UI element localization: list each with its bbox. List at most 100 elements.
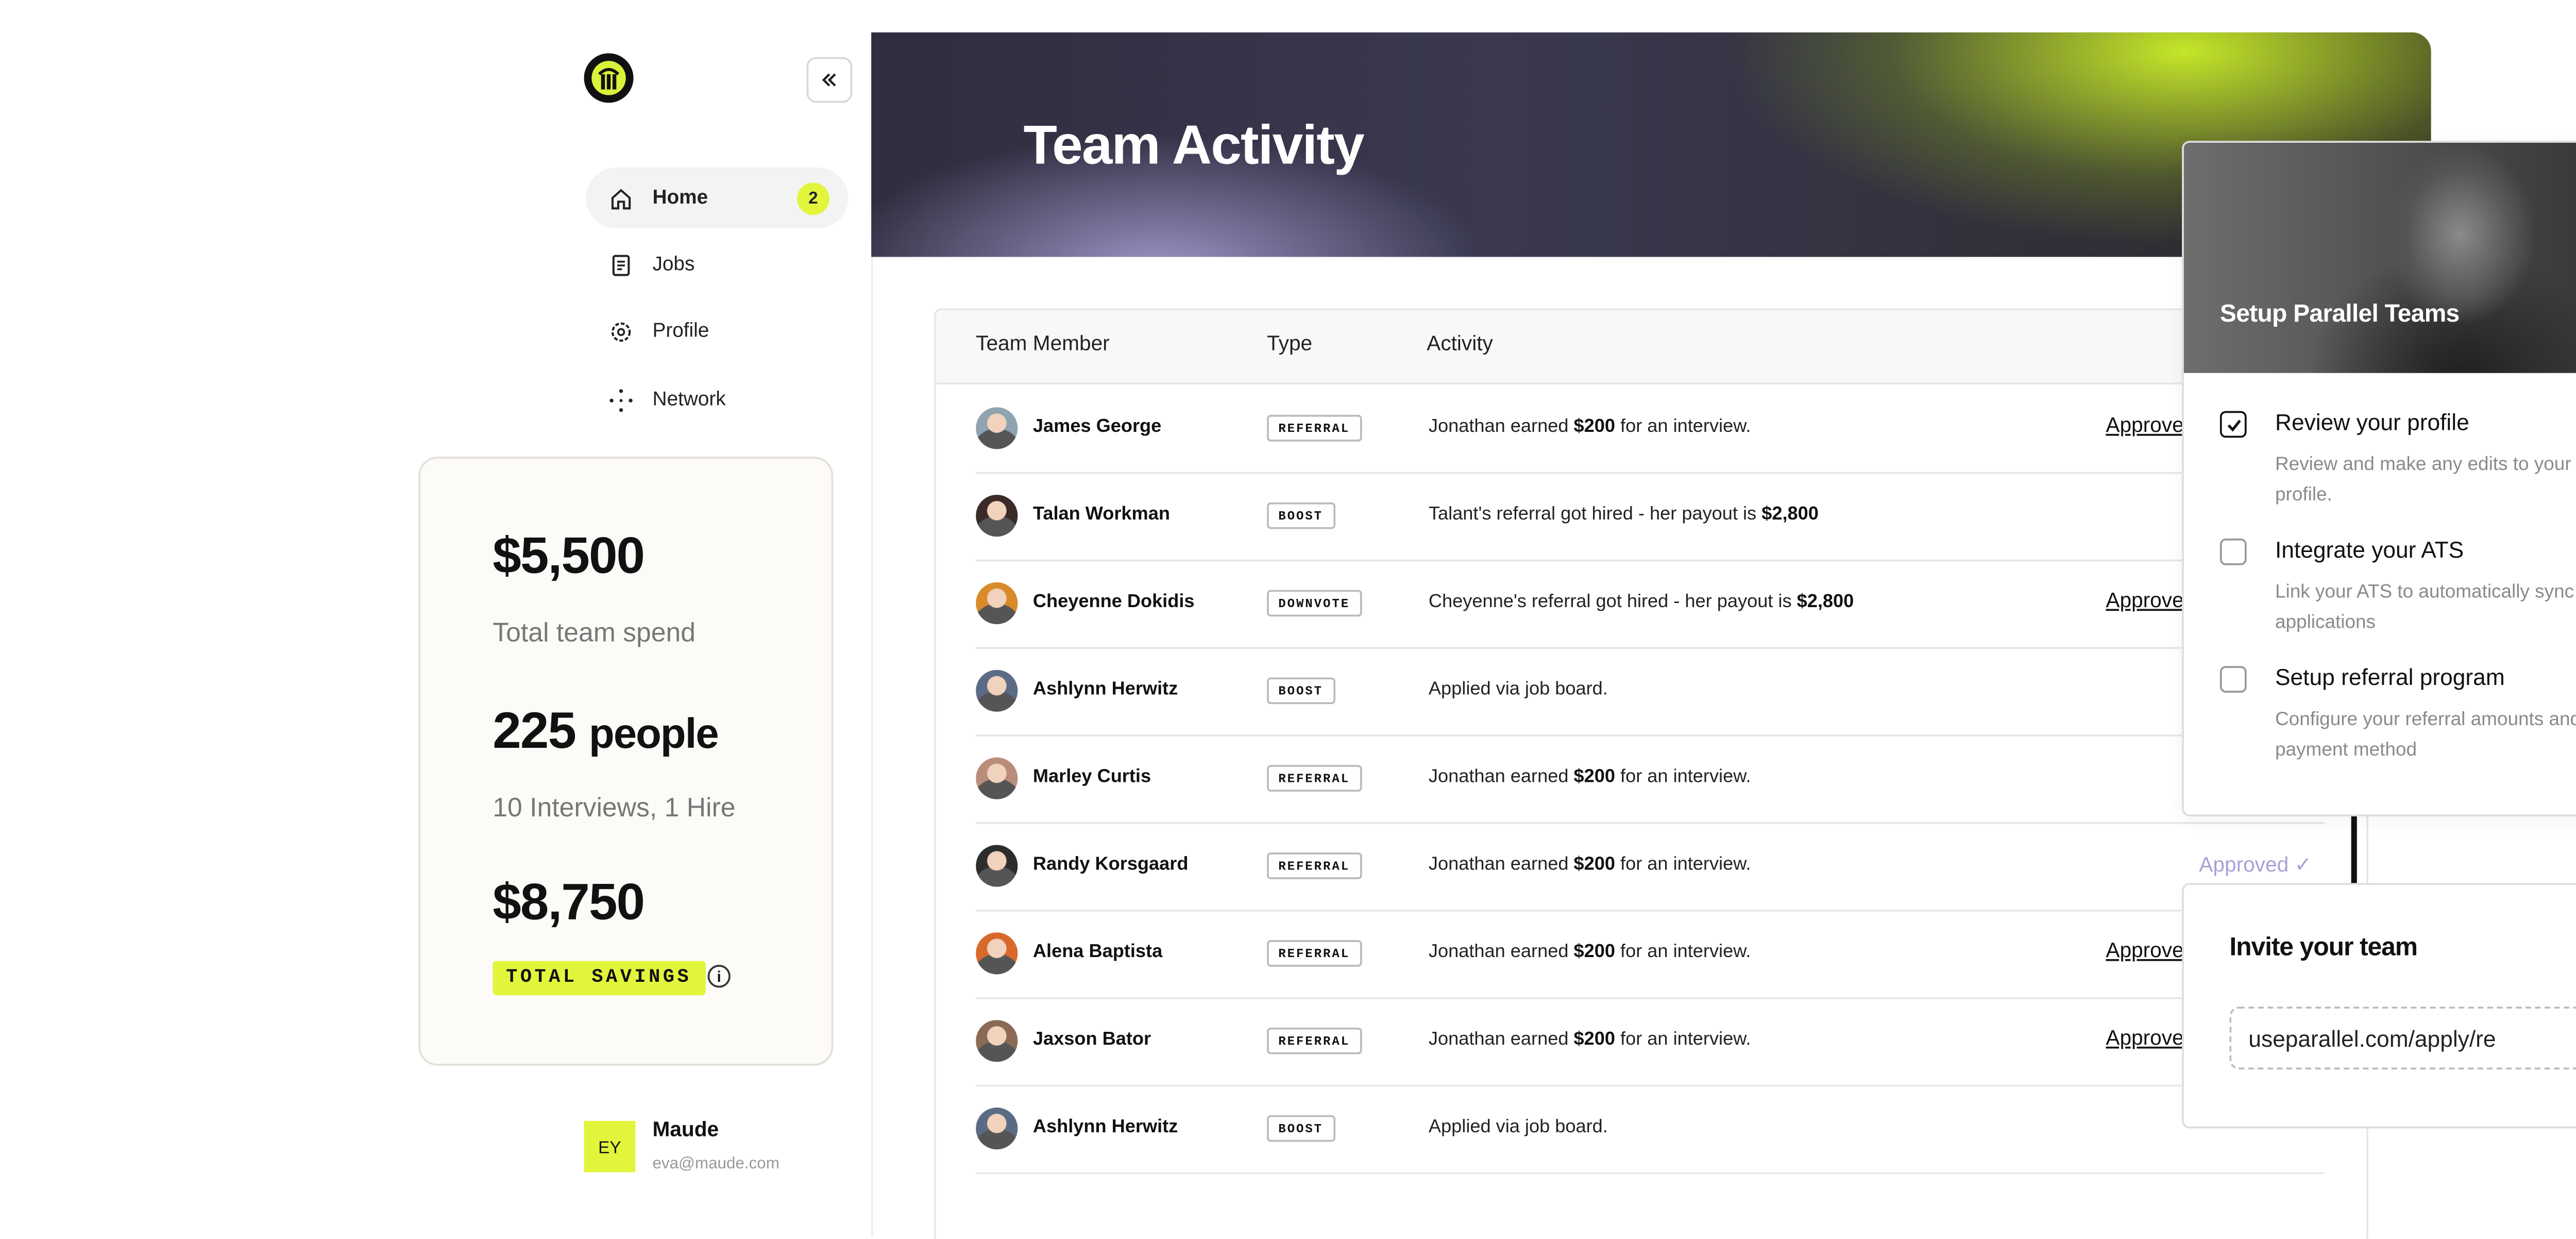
approve-link[interactable]: Approve xyxy=(2106,415,2183,438)
member-name[interactable]: Ashlynn Herwitz xyxy=(1033,1117,1178,1138)
member-name[interactable]: Cheyenne Dokidis xyxy=(1033,592,1195,613)
table-row[interactable]: Ashlynn Herwitz BOOST Applied via job boar… xyxy=(976,1085,2325,1175)
activity-amount: $2,800 xyxy=(1797,592,1854,613)
notification-badge: 2 xyxy=(797,181,829,214)
activity-text: Applied via job board. xyxy=(1429,1117,1608,1138)
approve-link[interactable]: Approve xyxy=(2106,1028,2183,1050)
activity-pre: Jonathan earned xyxy=(1428,942,1574,963)
approved-status: Approved ✓ xyxy=(2199,854,2312,878)
activity-amount: $200 xyxy=(1573,766,1615,788)
user-avatar[interactable]: EY xyxy=(584,1120,636,1173)
member-name[interactable]: Jaxson Bator xyxy=(1033,1030,1151,1051)
chevrons-left-icon xyxy=(822,73,836,87)
table-row[interactable]: Alena Baptista REFERRAL Jonathan earned $2… xyxy=(976,910,2325,999)
table-row[interactable]: Randy Korsgaard REFERRAL Jonathan earned $… xyxy=(976,822,2325,912)
member-avatar xyxy=(976,757,1018,799)
type-tag: BOOST xyxy=(1267,1115,1335,1142)
approve-link[interactable]: Approve xyxy=(2106,590,2183,613)
member-name[interactable]: Talan Workman xyxy=(1033,504,1170,525)
table-row[interactable]: Marley Curtis REFERRAL Jonathan earned $20… xyxy=(976,734,2325,824)
task-title[interactable]: Review your profile xyxy=(2275,409,2469,436)
invite-link-field[interactable]: useparallel.com/apply/re xyxy=(2229,1007,2576,1070)
activity-text: Jonathan earned $200 for an interview. xyxy=(1429,1030,1751,1051)
activity-pre: Applied via job board. xyxy=(1428,1117,1608,1138)
sidebar-item-label: Home xyxy=(652,186,708,210)
page-title: Team Activity xyxy=(1023,116,1364,177)
scrollbar[interactable] xyxy=(2351,814,2357,887)
user-name: Maude xyxy=(652,1119,719,1142)
total-spend-value: $5,500 xyxy=(493,527,645,584)
people-unit: people xyxy=(589,710,719,758)
member-avatar xyxy=(976,1107,1018,1150)
sidebar-item-jobs[interactable]: Jobs xyxy=(586,234,849,295)
table-header: Team Member Type Activity xyxy=(936,310,2367,384)
table-row[interactable]: Jaxson Bator REFERRAL Jonathan earned $200… xyxy=(976,997,2325,1087)
column-header-member[interactable]: Team Member xyxy=(976,333,1110,356)
activity-amount: $200 xyxy=(1573,854,1615,876)
table-row[interactable]: Cheyenne Dokidis DOWNVOTE Cheyenne's refer… xyxy=(976,560,2325,649)
type-tag: REFERRAL xyxy=(1267,1027,1362,1054)
activity-post: for an interview. xyxy=(1615,766,1751,788)
task-checkbox[interactable] xyxy=(2219,411,2247,438)
activity-pre: Jonathan earned xyxy=(1428,854,1574,876)
activity-amount: $200 xyxy=(1573,942,1615,963)
table-row[interactable]: James George REFERRAL Jonathan earned $200… xyxy=(976,384,2325,474)
member-avatar xyxy=(976,494,1018,537)
activity-post: for an interview. xyxy=(1615,1029,1751,1051)
video-title: Setup Parallel Teams xyxy=(2219,298,2460,328)
approve-link[interactable]: Approve xyxy=(2106,940,2183,963)
jobs-icon xyxy=(607,251,634,278)
task-description: Configure your referral amounts and paym… xyxy=(2275,710,2576,761)
task-checkbox[interactable] xyxy=(2219,666,2247,693)
member-avatar xyxy=(976,1020,1018,1062)
activity-table: Team Member Type Activity James George RE… xyxy=(934,308,2368,1239)
activity-post: for an interview. xyxy=(1615,854,1751,876)
member-name[interactable]: Randy Korsgaard xyxy=(1033,855,1189,876)
task-description: Link your ATS to automatically sync your… xyxy=(2275,582,2576,634)
total-spend-label: Total team spend xyxy=(493,616,696,647)
activity-post: for an interview. xyxy=(1615,416,1751,438)
people-count: 225 people xyxy=(493,702,719,761)
member-name[interactable]: James George xyxy=(1033,417,1161,438)
activity-amount: $2,800 xyxy=(1761,504,1819,526)
activity-pre: Applied via job board. xyxy=(1428,679,1608,700)
table-row[interactable]: Ashlynn Herwitz BOOST Applied via job boar… xyxy=(976,647,2325,736)
member-avatar xyxy=(976,407,1018,449)
task-description: Review and make any edits to your compan… xyxy=(2275,455,2576,507)
setup-checklist-card: Setup Parallel Teams Review your profile… xyxy=(2182,141,2576,816)
activity-amount: $200 xyxy=(1573,1029,1615,1051)
collapse-sidebar-button[interactable] xyxy=(806,57,853,103)
table-row[interactable]: Talan Workman BOOST Talant's referral got … xyxy=(976,472,2325,562)
invite-url[interactable]: useparallel.com/apply/re xyxy=(2248,1026,2496,1052)
user-email: eva@maude.com xyxy=(652,1153,779,1173)
column-header-activity[interactable]: Activity xyxy=(1427,333,1493,356)
activity-pre: Jonathan earned xyxy=(1428,416,1574,438)
column-header-type[interactable]: Type xyxy=(1267,333,1312,356)
sidebar-item-label: Jobs xyxy=(652,253,695,276)
type-tag: REFERRAL xyxy=(1267,765,1362,792)
sidebar-item-label: Profile xyxy=(652,320,709,343)
member-avatar xyxy=(976,669,1018,712)
member-name[interactable]: Ashlynn Herwitz xyxy=(1033,679,1178,700)
parallel-logo[interactable] xyxy=(584,53,634,103)
sidebar-item-profile[interactable]: Profile xyxy=(586,300,849,361)
activity-amount: $200 xyxy=(1573,416,1615,438)
activity-text: Talant's referral got hired - her payout… xyxy=(1429,504,1819,525)
task-title[interactable]: Setup referral program xyxy=(2275,664,2505,691)
invite-title: Invite your team xyxy=(2229,932,2418,961)
task-checkbox[interactable] xyxy=(2219,538,2247,565)
type-tag: REFERRAL xyxy=(1267,414,1362,442)
member-name[interactable]: Alena Baptista xyxy=(1033,942,1162,963)
sidebar-item-network[interactable]: Network xyxy=(586,369,849,430)
setup-video-thumbnail[interactable]: Setup Parallel Teams xyxy=(2183,142,2576,373)
profile-gear-icon xyxy=(607,318,634,345)
total-savings-value: $8,750 xyxy=(493,873,645,931)
sidebar-item-label: Network xyxy=(652,388,726,411)
sidebar-item-home[interactable]: Home 2 xyxy=(586,167,849,229)
total-savings-badge: TOTAL SAVINGS xyxy=(493,961,705,996)
task-title[interactable]: Integrate your ATS xyxy=(2275,537,2464,563)
member-avatar xyxy=(976,845,1018,887)
member-name[interactable]: Marley Curtis xyxy=(1033,767,1151,788)
info-icon[interactable]: i xyxy=(707,964,731,988)
activity-text: Jonathan earned $200 for an interview. xyxy=(1429,417,1751,438)
